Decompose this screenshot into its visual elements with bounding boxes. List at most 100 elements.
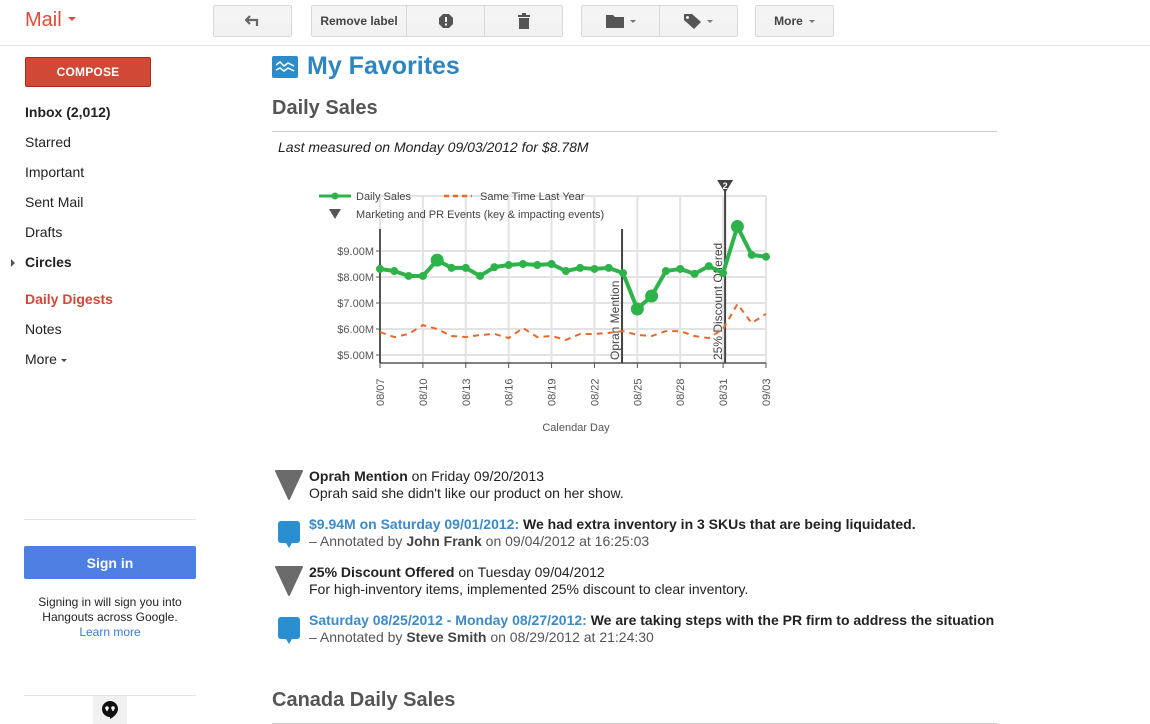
hangouts-icon (102, 701, 118, 719)
event-description: Oprah said she didn't like our product o… (309, 485, 624, 501)
more-actions-button[interactable]: More (755, 5, 834, 37)
legend-event-marker-icon (329, 209, 341, 219)
sidebar-item-label: Sent Mail (25, 194, 84, 210)
move-label-group (581, 5, 738, 37)
event-annotation: Oprah Mention on Friday 09/20/2013 Oprah… (275, 468, 995, 502)
hangouts-signin-note: Signing in will sign you into Hangouts a… (24, 595, 196, 640)
x-tick-label: 08/19 (547, 378, 559, 406)
chevron-down-icon (67, 16, 76, 21)
data-point (447, 263, 456, 272)
event-title[interactable]: Oprah Mention (309, 468, 408, 484)
action-button-group: Remove label (311, 5, 563, 37)
page-title-text: My Favorites (307, 52, 460, 80)
labels-button[interactable] (660, 6, 737, 36)
data-point (533, 261, 542, 270)
annotation-author: John Frank (406, 533, 482, 549)
x-tick-label: 08/22 (589, 378, 601, 406)
folder-icon (605, 15, 624, 28)
data-point-highlighted (630, 302, 644, 316)
sidebar-item-more[interactable]: More (0, 344, 240, 374)
sidebar-item-sent-mail[interactable]: Sent Mail (0, 187, 240, 217)
event-marker-icon (275, 566, 303, 596)
data-point (404, 271, 413, 280)
section-title[interactable]: Daily Sales (272, 97, 378, 120)
annotation-link[interactable]: $9.94M on Saturday 09/01/2012: (309, 516, 519, 532)
data-point (476, 271, 485, 280)
sign-in-button[interactable]: Sign in (24, 546, 196, 579)
sidebar-item-starred[interactable]: Starred (0, 127, 240, 157)
sidebar-item-drafts[interactable]: Drafts (0, 217, 240, 247)
x-tick-label: 08/07 (375, 378, 387, 406)
toolbar: Mail Remove label More (0, 0, 1150, 46)
back-arrow-icon (244, 15, 258, 26)
sidebar-item-important[interactable]: Important (0, 157, 240, 187)
remove-label-text: Remove label (320, 14, 398, 28)
data-point-highlighted (645, 289, 659, 303)
data-point (561, 267, 570, 276)
section-title-canada[interactable]: Canada Daily Sales (272, 689, 455, 712)
comment-bubble-icon (278, 617, 300, 644)
learn-more-link[interactable]: Learn more (79, 625, 140, 639)
chevron-down-icon (629, 19, 636, 23)
remove-label-button[interactable]: Remove label (312, 6, 407, 36)
mail-app-menu[interactable]: Mail (25, 9, 76, 32)
sidebar-item-label: More (25, 351, 57, 367)
data-point (590, 264, 599, 273)
data-point (418, 271, 427, 280)
x-tick-label: 09/03 (761, 378, 773, 406)
compose-button[interactable]: COMPOSE (25, 57, 151, 87)
daily-sales-chart: $5.00M $6.00M $7.00M $8.00M $9.00M 08/07 08/10… (312, 176, 832, 446)
report-spam-button[interactable] (407, 6, 485, 36)
data-point (504, 261, 513, 270)
more-label: More (774, 14, 803, 28)
annotated-by-prefix: – Annotated by (309, 629, 407, 645)
legend-label: Daily Sales (356, 191, 412, 203)
data-point (747, 250, 756, 259)
chart-icon (272, 55, 298, 78)
data-point (461, 263, 470, 272)
section-divider (272, 131, 997, 132)
sidebar-item-label: Starred (25, 134, 71, 150)
sidebar-divider (24, 519, 196, 520)
report-spam-icon (438, 14, 453, 28)
y-tick-label: $7.00M (337, 298, 374, 310)
annotation-text: We had extra inventory in 3 SKUs that ar… (519, 516, 916, 532)
event-title[interactable]: 25% Discount Offered (309, 564, 454, 580)
y-tick-label: $5.00M (337, 350, 374, 362)
data-point (676, 264, 685, 273)
data-point (661, 267, 670, 276)
sidebar-nav: Inbox (2,012) Starred Important Sent Mai… (0, 97, 240, 374)
delete-button[interactable] (485, 6, 562, 36)
hangouts-tab[interactable] (93, 696, 127, 724)
x-tick-label: 08/28 (675, 378, 687, 406)
page-title: My Favorites (272, 52, 460, 81)
annotation-timestamp: on 08/29/2012 at 21:24:30 (486, 629, 654, 645)
y-tick-label: $8.00M (337, 272, 374, 284)
event-count-badge: 2 (723, 181, 728, 191)
sidebar-item-circles[interactable]: Circles (0, 247, 240, 277)
comment-annotation: $9.94M on Saturday 09/01/2012: We had ex… (275, 516, 995, 550)
sidebar-item-label: Important (25, 164, 85, 180)
sidebar-item-daily-digests[interactable]: Daily Digests (0, 284, 240, 314)
trash-icon (517, 13, 530, 29)
series-line-last-year (379, 302, 767, 341)
data-point (619, 269, 628, 278)
chevron-down-icon (707, 19, 713, 23)
data-point (719, 269, 728, 278)
sidebar-item-inbox[interactable]: Inbox (2,012) (0, 97, 240, 127)
last-measured-text: Last measured on Monday 09/03/2012 for $… (278, 139, 589, 155)
event-date: on Tuesday 09/04/2012 (454, 564, 605, 580)
move-to-button[interactable] (582, 6, 660, 36)
comment-annotation: Saturday 08/25/2012 - Monday 08/27/2012:… (275, 612, 995, 646)
legend-marker-daily-sales (331, 192, 339, 200)
data-point (604, 263, 613, 272)
annotation-list: Oprah Mention on Friday 09/20/2013 Oprah… (275, 468, 995, 660)
expand-arrow-icon[interactable] (11, 259, 15, 267)
annotation-link[interactable]: Saturday 08/25/2012 - Monday 08/27/2012: (309, 612, 587, 628)
back-button[interactable] (213, 5, 292, 37)
event-marker-icon (275, 470, 303, 500)
data-point-highlighted (430, 253, 444, 267)
sidebar-item-label: Daily Digests (25, 291, 113, 307)
sidebar-item-label: Notes (25, 321, 62, 337)
sidebar-item-notes[interactable]: Notes (0, 314, 240, 344)
